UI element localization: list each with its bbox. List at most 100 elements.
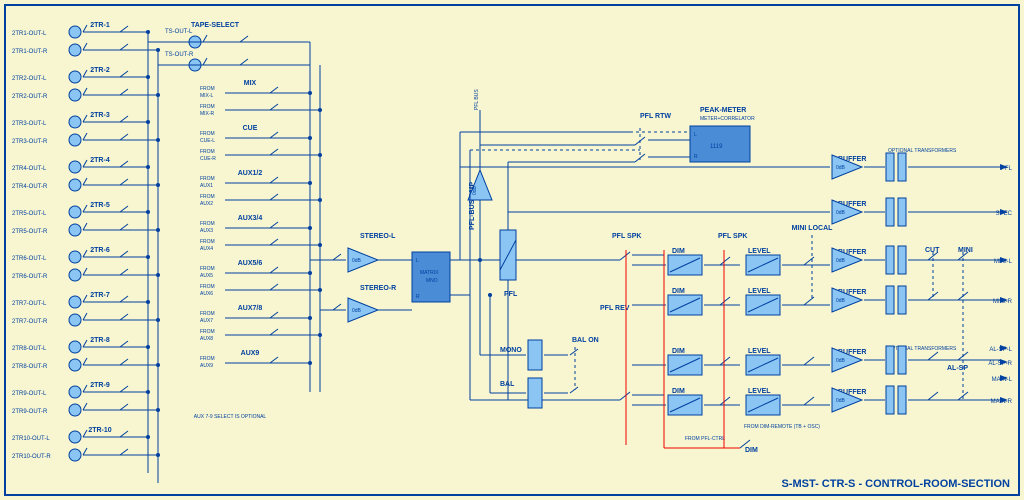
transformer (898, 346, 906, 374)
jack (69, 296, 81, 308)
source-from: FROM (200, 131, 215, 137)
output-label: MINI-L (994, 259, 1013, 265)
jack-label: 2TR4-OUT-R (12, 184, 48, 190)
jack (69, 89, 81, 101)
svg-text:STEREO-R: STEREO-R (360, 285, 396, 292)
svg-text:FROM: FROM (200, 284, 215, 290)
jack-label: 2TR1-OUT-L (12, 31, 47, 37)
jack (69, 71, 81, 83)
svg-text:0dB: 0dB (836, 165, 846, 171)
source-from: FROM (200, 86, 215, 92)
jack (69, 431, 81, 443)
jack-label: 2TR2-OUT-R (12, 94, 48, 100)
track-label: 2TR-10 (88, 427, 111, 434)
jack-label: 2TR9-OUT-R (12, 409, 48, 415)
jack-label: 2TR3-OUT-R (12, 139, 48, 145)
svg-text:FROM: FROM (200, 104, 215, 110)
svg-text:PFL SPK: PFL SPK (612, 233, 641, 240)
svg-text:TAPE-SELECT: TAPE-SELECT (191, 22, 240, 29)
transformer (898, 153, 906, 181)
jack (69, 359, 81, 371)
jack-label: 2TR6-OUT-R (12, 274, 48, 280)
transformer (886, 198, 894, 226)
transformer (886, 386, 894, 414)
output-label: MINI-R (993, 299, 1013, 305)
track-label: 2TR-7 (90, 292, 110, 299)
svg-text:MINI LOCAL: MINI LOCAL (792, 225, 834, 232)
jack (69, 341, 81, 353)
source-from: AUX9 (200, 363, 213, 369)
jack-label: 2TR7-OUT-R (12, 319, 48, 325)
output-label: AL-SP-L (989, 347, 1012, 353)
svg-text:AUX 7-9 SELECT IS OPTIONAL: AUX 7-9 SELECT IS OPTIONAL (194, 414, 267, 420)
track-label: 2TR-9 (90, 382, 110, 389)
track-label: 2TR-5 (90, 202, 110, 209)
svg-text:1119: 1119 (710, 144, 723, 150)
jack-label: 2TR5-OUT-R (12, 229, 48, 235)
svg-text:FROM: FROM (200, 239, 215, 245)
svg-text:AUX2: AUX2 (200, 201, 213, 207)
source-label: CUE (243, 125, 258, 132)
source-from: FROM (200, 311, 215, 317)
jack-label: 2TR8-OUT-L (12, 346, 47, 352)
jack (69, 314, 81, 326)
track-label: 2TR-2 (90, 67, 110, 74)
source-label: AUX7/8 (238, 305, 263, 312)
svg-text:AUX8: AUX8 (200, 336, 213, 342)
source-from: AUX7 (200, 318, 213, 324)
svg-text:PFL: PFL (504, 291, 518, 298)
svg-text:FROM PFL-CTRL: FROM PFL-CTRL (685, 436, 725, 442)
jack-label: 2TR8-OUT-R (12, 364, 48, 370)
source-from: AUX3 (200, 228, 213, 234)
svg-text:FROM: FROM (200, 194, 215, 200)
source-label: AUX9 (241, 350, 260, 357)
level-label: LEVEL (748, 388, 771, 395)
track-label: 2TR-3 (90, 112, 110, 119)
svg-text:PFL BUS: PFL BUS (474, 89, 480, 110)
svg-text:0dB: 0dB (836, 258, 846, 264)
svg-text:FROM: FROM (200, 149, 215, 155)
svg-text:AUX4: AUX4 (200, 246, 213, 252)
svg-text:AUX6: AUX6 (200, 291, 213, 297)
svg-text:0dB: 0dB (836, 358, 846, 364)
jack-label: 2TR1-OUT-R (12, 49, 48, 55)
level-label: LEVEL (748, 348, 771, 355)
svg-text:R: R (416, 294, 420, 300)
source-from: FROM (200, 266, 215, 272)
track-label: 2TR-6 (90, 247, 110, 254)
output-label: MAIN-R (991, 399, 1013, 405)
svg-text:TS-OUT-L: TS-OUT-L (165, 29, 193, 35)
svg-text:L: L (416, 258, 419, 264)
transformer (886, 246, 894, 274)
transformer (898, 386, 906, 414)
svg-text:MIX-R: MIX-R (200, 111, 215, 117)
svg-text:METER+CORRELATOR: METER+CORRELATOR (700, 116, 755, 122)
source-from: CUE-L (200, 138, 215, 144)
svg-text:CUE-R: CUE-R (200, 156, 216, 162)
source-from: FROM (200, 221, 215, 227)
svg-text:BAL: BAL (500, 381, 515, 388)
svg-text:MONO: MONO (500, 347, 522, 354)
svg-text:FROM: FROM (200, 329, 215, 335)
svg-text:0dB: 0dB (352, 308, 362, 314)
svg-text:AL-SP: AL-SP (947, 365, 968, 372)
svg-text:DIM: DIM (745, 447, 758, 454)
source-label: AUX3/4 (238, 215, 263, 222)
jack (69, 26, 81, 38)
jack (69, 134, 81, 146)
svg-text:PFL REV: PFL REV (600, 305, 630, 312)
svg-text:0dB: 0dB (836, 298, 846, 304)
svg-text:TS-OUT-R: TS-OUT-R (165, 52, 194, 58)
jack-label: 2TR5-OUT-L (12, 211, 47, 217)
jack (69, 404, 81, 416)
svg-text:0dB: 0dB (472, 185, 478, 195)
output-label: SPEC (996, 211, 1013, 217)
schematic: 2TR-12TR1-OUT-L2TR1-OUT-R2TR-22TR2-OUT-L… (0, 0, 1024, 500)
source-from: MIX-L (200, 93, 214, 99)
jack (69, 44, 81, 56)
transformer (898, 286, 906, 314)
source-from: AUX5 (200, 273, 213, 279)
jack-label: 2TR10-OUT-R (12, 454, 51, 460)
ts-out-l: TS-OUT-L (148, 29, 310, 48)
track-label: 2TR-8 (90, 337, 110, 344)
